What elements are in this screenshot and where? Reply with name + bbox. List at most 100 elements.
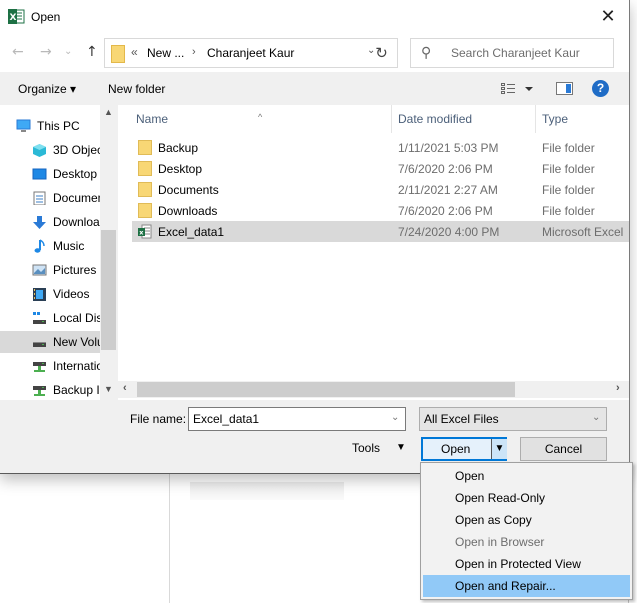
nav-item-music[interactable]: Music bbox=[0, 235, 100, 257]
folder-icon bbox=[111, 45, 125, 63]
menu-item-open[interactable]: Open bbox=[423, 465, 630, 487]
horizontal-scrollbar-thumb[interactable] bbox=[137, 382, 515, 397]
column-header-name[interactable]: Name ^ bbox=[118, 105, 391, 133]
file-name-input[interactable]: Excel_data1 ⌄ bbox=[188, 407, 406, 431]
file-row[interactable]: Downloads 7/6/2020 2:06 PM File folder bbox=[132, 200, 629, 221]
file-name: Documents bbox=[158, 183, 219, 197]
breadcrumb-overflow[interactable]: « bbox=[131, 45, 138, 59]
nav-item-label: Local Disk bbox=[53, 311, 100, 325]
sort-ascending-icon: ^ bbox=[258, 112, 263, 122]
network-drive-icon bbox=[33, 386, 46, 396]
nav-item-backup-i[interactable]: Backup I bbox=[0, 379, 100, 400]
file-type: File folder bbox=[542, 183, 595, 197]
chevron-down-icon[interactable]: ⌄ bbox=[592, 412, 600, 423]
nav-scrollbar-thumb[interactable] bbox=[101, 230, 116, 350]
scroll-down-icon[interactable]: ▼ bbox=[104, 384, 113, 394]
file-date: 7/6/2020 2:06 PM bbox=[398, 204, 493, 218]
menu-item-open-as-copy[interactable]: Open as Copy bbox=[423, 509, 630, 531]
documents-icon bbox=[33, 191, 46, 205]
nav-item-this-pc[interactable]: This PC bbox=[0, 115, 100, 137]
folder-icon bbox=[138, 140, 152, 155]
file-row[interactable]: Backup 1/11/2021 5:03 PM File folder bbox=[132, 137, 629, 158]
column-type-label: Type bbox=[542, 112, 569, 126]
horizontal-scrollbar[interactable]: ‹ › bbox=[118, 381, 629, 398]
nav-item-videos[interactable]: Videos bbox=[0, 283, 100, 305]
file-list: Name ^ Date modified Type ‹ › Backup 1/11… bbox=[118, 105, 629, 400]
nav-item-downloads[interactable]: Downloads bbox=[0, 211, 100, 233]
refresh-button[interactable]: ↻ bbox=[366, 38, 398, 68]
tools-button[interactable]: Tools bbox=[352, 441, 380, 455]
menu-item-label: Open in Browser bbox=[455, 535, 545, 549]
background-element bbox=[190, 482, 344, 500]
scroll-left-icon[interactable]: ‹ bbox=[123, 382, 127, 394]
preview-pane-icon[interactable] bbox=[556, 82, 573, 95]
file-row[interactable]: Desktop 7/6/2020 2:06 PM File folder bbox=[132, 158, 629, 179]
navigation-bar: ← → ⌄ ↑ « New ... › Charanjeet Kaur ⌄ ↻ … bbox=[0, 34, 629, 72]
file-type: Microsoft Excel bbox=[542, 225, 624, 239]
nav-item-pictures[interactable]: Pictures bbox=[0, 259, 100, 281]
nav-item-label: Backup I bbox=[53, 383, 100, 397]
address-bar[interactable]: « New ... › Charanjeet Kaur ⌄ bbox=[104, 38, 398, 68]
toolbar: Organize ▾ New folder ? bbox=[0, 72, 629, 105]
nav-item-3d-objects[interactable]: 3D Objects bbox=[0, 139, 100, 161]
breadcrumb-segment-current[interactable]: Charanjeet Kaur bbox=[207, 46, 294, 60]
column-header-type[interactable]: Type bbox=[536, 105, 629, 133]
menu-item-open-read-only[interactable]: Open Read-Only bbox=[423, 487, 630, 509]
file-type-value: All Excel Files bbox=[424, 412, 499, 426]
open-button[interactable]: Open ▼ bbox=[421, 437, 507, 461]
file-row[interactable]: Documents 2/11/2021 2:27 AM File folder bbox=[132, 179, 629, 200]
nav-item-local-disk[interactable]: Local Disk bbox=[0, 307, 100, 329]
nav-item-new-volume[interactable]: New Volume bbox=[0, 331, 100, 353]
menu-item-open-and-repair[interactable]: Open and Repair... bbox=[423, 575, 630, 597]
column-header-date[interactable]: Date modified bbox=[392, 105, 535, 133]
chevron-down-icon[interactable]: ⌄ bbox=[391, 412, 399, 423]
forward-button[interactable]: → bbox=[40, 44, 52, 60]
organize-button[interactable]: Organize ▾ bbox=[18, 82, 76, 96]
file-type: File folder bbox=[542, 141, 595, 155]
nav-scrollbar[interactable]: ▲ ▼ bbox=[100, 105, 117, 400]
breadcrumb-segment-new-volume[interactable]: New ... bbox=[147, 46, 184, 60]
back-button[interactable]: ← bbox=[12, 44, 24, 60]
nav-item-international[interactable]: International bbox=[0, 355, 100, 377]
file-type: File folder bbox=[542, 204, 595, 218]
nav-item-label: 3D Objects bbox=[53, 143, 100, 157]
file-name: Downloads bbox=[158, 204, 218, 218]
file-name-label: File name: bbox=[130, 412, 187, 426]
nav-item-desktop[interactable]: Desktop bbox=[0, 163, 100, 185]
folder-icon bbox=[138, 182, 152, 197]
cancel-button[interactable]: Cancel bbox=[520, 437, 607, 461]
menu-item-label: Open as Copy bbox=[455, 513, 532, 527]
column-date-label: Date modified bbox=[398, 112, 473, 126]
nav-item-label: International bbox=[53, 359, 100, 373]
file-row[interactable]: x Excel_data1 7/24/2020 4:00 PM Microsoft E… bbox=[132, 221, 629, 242]
nav-item-label: New Volume bbox=[53, 335, 100, 349]
menu-item-label: Open in Protected View bbox=[455, 557, 581, 571]
change-view-button[interactable] bbox=[500, 80, 540, 98]
search-input[interactable]: ⚲ Search Charanjeet Kaur bbox=[410, 38, 614, 68]
close-button[interactable]: ✕ bbox=[594, 4, 622, 30]
nav-item-documents[interactable]: Documents bbox=[0, 187, 100, 209]
nav-item-label: Downloads bbox=[53, 215, 100, 229]
local-disk-icon bbox=[33, 312, 46, 324]
help-icon[interactable]: ? bbox=[592, 80, 609, 97]
new-folder-button[interactable]: New folder bbox=[108, 82, 165, 96]
scroll-right-icon[interactable]: › bbox=[616, 382, 620, 394]
network-drive-icon bbox=[33, 362, 46, 372]
open-dialog: X Open ✕ ← → ⌄ ↑ « New ... › Charanjeet … bbox=[0, 0, 630, 474]
tools-dropdown-icon[interactable]: ▼ bbox=[396, 442, 406, 453]
nav-item-label: Videos bbox=[53, 287, 90, 301]
menu-item-open-in-protected-view[interactable]: Open in Protected View bbox=[423, 553, 630, 575]
file-type-select[interactable]: All Excel Files ⌄ bbox=[419, 407, 607, 431]
menu-item-label: Open bbox=[455, 469, 485, 483]
search-placeholder: Search Charanjeet Kaur bbox=[451, 46, 580, 60]
nav-item-label: Music bbox=[53, 239, 85, 253]
scroll-up-icon[interactable]: ▲ bbox=[104, 107, 113, 117]
folder-icon bbox=[138, 161, 152, 176]
recent-locations-button[interactable]: ⌄ bbox=[64, 46, 72, 57]
breadcrumb-separator[interactable]: › bbox=[192, 46, 196, 58]
open-options-dropdown[interactable]: ▼ bbox=[491, 439, 507, 459]
svg-text:X: X bbox=[10, 13, 17, 23]
menu-item-label: Open and Repair... bbox=[455, 579, 556, 593]
menu-item-open-in-browser: Open in Browser bbox=[423, 531, 630, 553]
up-button[interactable]: ↑ bbox=[86, 44, 98, 60]
